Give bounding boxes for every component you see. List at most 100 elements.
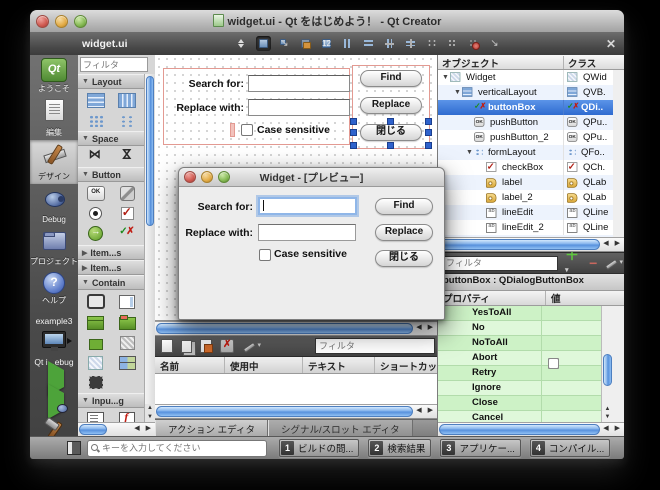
paste-action-icon[interactable] <box>200 339 212 353</box>
widgetbox-category-header[interactable]: ▼Inpu...g <box>78 393 145 408</box>
pushbutton-icon[interactable] <box>87 186 105 201</box>
property-vertical-scrollbar[interactable]: ▲▼ <box>601 306 613 422</box>
tab-signal-slot-editor[interactable]: シグナル/スロット エディタ <box>268 420 413 437</box>
adjust-size-icon[interactable]: ↘ <box>487 36 502 51</box>
scrollbar-thumb[interactable] <box>79 424 107 435</box>
object-row-Widget[interactable]: ▼WidgetQWid <box>438 70 613 85</box>
close-editor-icon[interactable]: ✕ <box>606 37 616 51</box>
preview-replace-button[interactable]: Replace <box>375 224 433 241</box>
widgetbox-category-header[interactable]: ▼Button <box>78 167 145 182</box>
layout-horizontal-splitter-icon[interactable] <box>382 36 397 51</box>
object-row-lineEdit[interactable]: lineEditQLine <box>438 205 613 220</box>
scrollbar-thumb[interactable] <box>603 354 612 386</box>
commandlink-icon[interactable] <box>88 226 103 241</box>
action-table-body[interactable] <box>155 374 437 404</box>
property-row-Cancel[interactable]: Cancel <box>438 411 613 422</box>
run-debug-button[interactable] <box>30 390 78 413</box>
edit-buddies-icon[interactable] <box>298 36 313 51</box>
preview-close-dialog-button[interactable]: 閉じる <box>375 250 433 267</box>
object-row-formLayout[interactable]: ▼formLayoutQFo.. <box>438 145 613 160</box>
scrollbar-thumb[interactable] <box>439 424 600 435</box>
scrollbar-arrows-icon[interactable]: ◀ ▶ <box>603 238 622 251</box>
scrollbar-arrows-icon[interactable]: ◀ ▶ <box>603 423 622 436</box>
widgetbox-category-header[interactable]: ▼Contain <box>78 275 145 290</box>
locator[interactable] <box>87 440 267 457</box>
widgetbox-category-header[interactable]: ▶Item...s <box>78 260 145 275</box>
case-sensitive-checkbox[interactable] <box>241 124 253 136</box>
copy-action-icon[interactable] <box>181 340 192 353</box>
preview-titlebar[interactable]: Widget - [プレビュー] <box>179 168 444 187</box>
preview-case-checkbox[interactable] <box>259 249 271 261</box>
target-selector[interactable] <box>30 326 78 355</box>
frame-icon[interactable] <box>120 336 135 350</box>
sidebar-mode-debug[interactable]: Debug <box>30 184 78 226</box>
radiobutton-icon[interactable] <box>89 207 102 220</box>
widgetbox-category-header[interactable]: ▼Layout <box>78 74 145 89</box>
widgetbox-category-header[interactable]: ▼Space <box>78 131 145 146</box>
window-titlebar[interactable]: widget.ui - Qt をはじめよう！ - Qt Creator <box>30 10 624 33</box>
scrollbar-arrows-icon[interactable]: ▲▼ <box>145 404 155 424</box>
widgetbox-filter-input[interactable] <box>80 57 148 72</box>
layout-vertical-icon[interactable] <box>361 36 376 51</box>
scrollbar-thumb[interactable] <box>156 406 413 417</box>
scrollbar-arrows-icon[interactable]: ◀ ▶ <box>416 405 435 418</box>
object-row-lineEdit_2[interactable]: lineEdit_2QLine <box>438 220 613 235</box>
widgetbox-vertical-scrollbar[interactable]: ▲▼ <box>144 74 155 424</box>
sidebar-mode-welcome[interactable]: Qtようこそ <box>30 55 78 96</box>
new-action-icon[interactable] <box>161 339 173 353</box>
scrollbar-thumb[interactable] <box>439 239 600 250</box>
tab-action-editor[interactable]: アクション エディタ <box>155 420 268 437</box>
hspacer-icon[interactable] <box>88 150 104 163</box>
form-layout-outline[interactable]: Search for: Replace with: Case sensitive <box>163 68 350 145</box>
object-row-pushButton[interactable]: pushButtonQPu.. <box>438 115 613 130</box>
vspacer-icon[interactable] <box>119 150 135 163</box>
value-checkbox[interactable] <box>548 358 559 369</box>
action-editor-hscrollbar[interactable]: ◀ ▶ <box>155 404 437 419</box>
search-line-edit[interactable] <box>248 75 350 92</box>
preview-replace-input[interactable] <box>258 224 356 241</box>
hlayout-icon[interactable] <box>118 93 136 108</box>
widgetbox-horizontal-scrollbar[interactable]: ◀ ▶ <box>78 422 155 437</box>
button-layout-outline[interactable]: Find Replace 閉じる <box>352 65 430 149</box>
mdiarea-icon[interactable] <box>119 356 136 370</box>
scrollbar-thumb[interactable] <box>146 76 154 226</box>
find-button[interactable]: Find <box>360 70 422 87</box>
groupbox-icon[interactable] <box>87 294 105 309</box>
scrollarea-icon[interactable] <box>119 295 135 309</box>
dockwidget-icon[interactable] <box>89 376 103 389</box>
replace-line-edit[interactable] <box>248 99 350 116</box>
widgetbox-category-header[interactable]: ▶Item...s <box>78 245 145 260</box>
widget-icon[interactable] <box>88 356 103 370</box>
object-row-pushButton_2[interactable]: pushButton_2QPu.. <box>438 130 613 145</box>
edit-widgets-icon[interactable] <box>256 36 271 51</box>
stacked-icon[interactable] <box>89 339 103 350</box>
sidebar-toggle-icon[interactable] <box>67 441 81 455</box>
property-filter-input[interactable] <box>442 256 558 271</box>
form-editor-hscrollbar[interactable]: ◀ ▶ <box>155 321 437 336</box>
scrollbar-arrows-icon[interactable]: ◀ ▶ <box>416 322 435 335</box>
edit-signals-slots-icon[interactable]: ↘ <box>277 36 292 51</box>
action-filter-input[interactable] <box>315 338 435 354</box>
output-pane-button-2[interactable]: 2検索結果 <box>368 439 431 457</box>
layout-grid-icon[interactable] <box>445 36 460 51</box>
configure-action-icon[interactable] <box>242 339 258 353</box>
scrollbar-arrows-icon[interactable]: ◀ ▶ <box>134 423 153 436</box>
buttonbox-icon[interactable] <box>119 227 135 240</box>
object-row-checkBox[interactable]: checkBoxQCh. <box>438 160 613 175</box>
remove-dynamic-property-icon[interactable]: − <box>589 258 597 268</box>
gridlayout-icon[interactable] <box>88 114 104 127</box>
output-pane-button-4[interactable]: 4コンパイル... <box>530 439 610 457</box>
object-inspector-hscrollbar[interactable]: ◀ ▶ <box>438 237 624 252</box>
output-pane-button-1[interactable]: 1ビルドの問... <box>279 439 359 457</box>
toolbutton-icon[interactable] <box>120 186 135 201</box>
sidebar-mode-design[interactable]: デザイン <box>30 140 78 184</box>
toolbox-icon[interactable] <box>87 316 104 330</box>
preview-find-button[interactable]: Find <box>375 198 433 215</box>
object-row-label_2[interactable]: label_2QLab <box>438 190 613 205</box>
delete-action-icon[interactable] <box>220 339 234 353</box>
formlayout-icon[interactable] <box>119 114 135 127</box>
layout-horizontal-icon[interactable] <box>340 36 355 51</box>
tabwidget-icon[interactable] <box>119 317 136 330</box>
preview-window[interactable]: Widget - [プレビュー] Search for: Find Replac… <box>178 167 445 320</box>
layout-form-icon[interactable] <box>424 36 439 51</box>
